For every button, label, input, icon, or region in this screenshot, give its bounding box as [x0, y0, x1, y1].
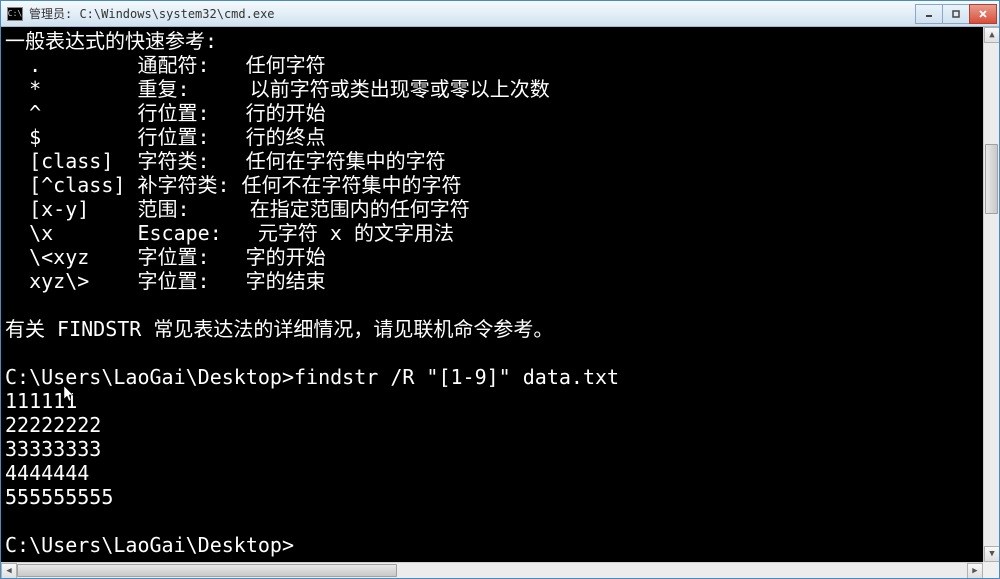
terminal-area: 一般表达式的快速参考: . 通配符: 任何字符 * 重复: 以前字符或类出现零或… — [1, 27, 999, 578]
v-scroll-track[interactable] — [984, 43, 999, 546]
horizontal-scrollbar[interactable]: ◀ ▶ — [1, 562, 983, 578]
scroll-down-button[interactable]: ▼ — [984, 546, 999, 562]
vertical-scrollbar[interactable]: ▲ ▼ — [983, 27, 999, 562]
scroll-up-button[interactable]: ▲ — [984, 27, 999, 43]
titlebar[interactable]: C:\ 管理员: C:\Windows\system32\cmd.exe — [1, 1, 999, 27]
close-button[interactable] — [969, 4, 997, 24]
cmd-window: C:\ 管理员: C:\Windows\system32\cmd.exe 一般表… — [0, 0, 1000, 579]
window-title: 管理员: C:\Windows\system32\cmd.exe — [29, 5, 916, 22]
scroll-right-button[interactable]: ▶ — [967, 563, 983, 578]
terminal-output[interactable]: 一般表达式的快速参考: . 通配符: 任何字符 * 重复: 以前字符或类出现零或… — [1, 27, 983, 562]
cmd-icon: C:\ — [7, 7, 23, 21]
v-scroll-thumb[interactable] — [985, 144, 998, 214]
minimize-button[interactable] — [915, 4, 943, 24]
scroll-left-button[interactable]: ◀ — [1, 563, 17, 578]
window-controls — [916, 4, 997, 24]
maximize-button[interactable] — [942, 4, 970, 24]
scroll-corner — [983, 562, 999, 578]
h-scroll-thumb[interactable] — [17, 564, 397, 577]
h-scroll-track[interactable] — [17, 563, 967, 578]
